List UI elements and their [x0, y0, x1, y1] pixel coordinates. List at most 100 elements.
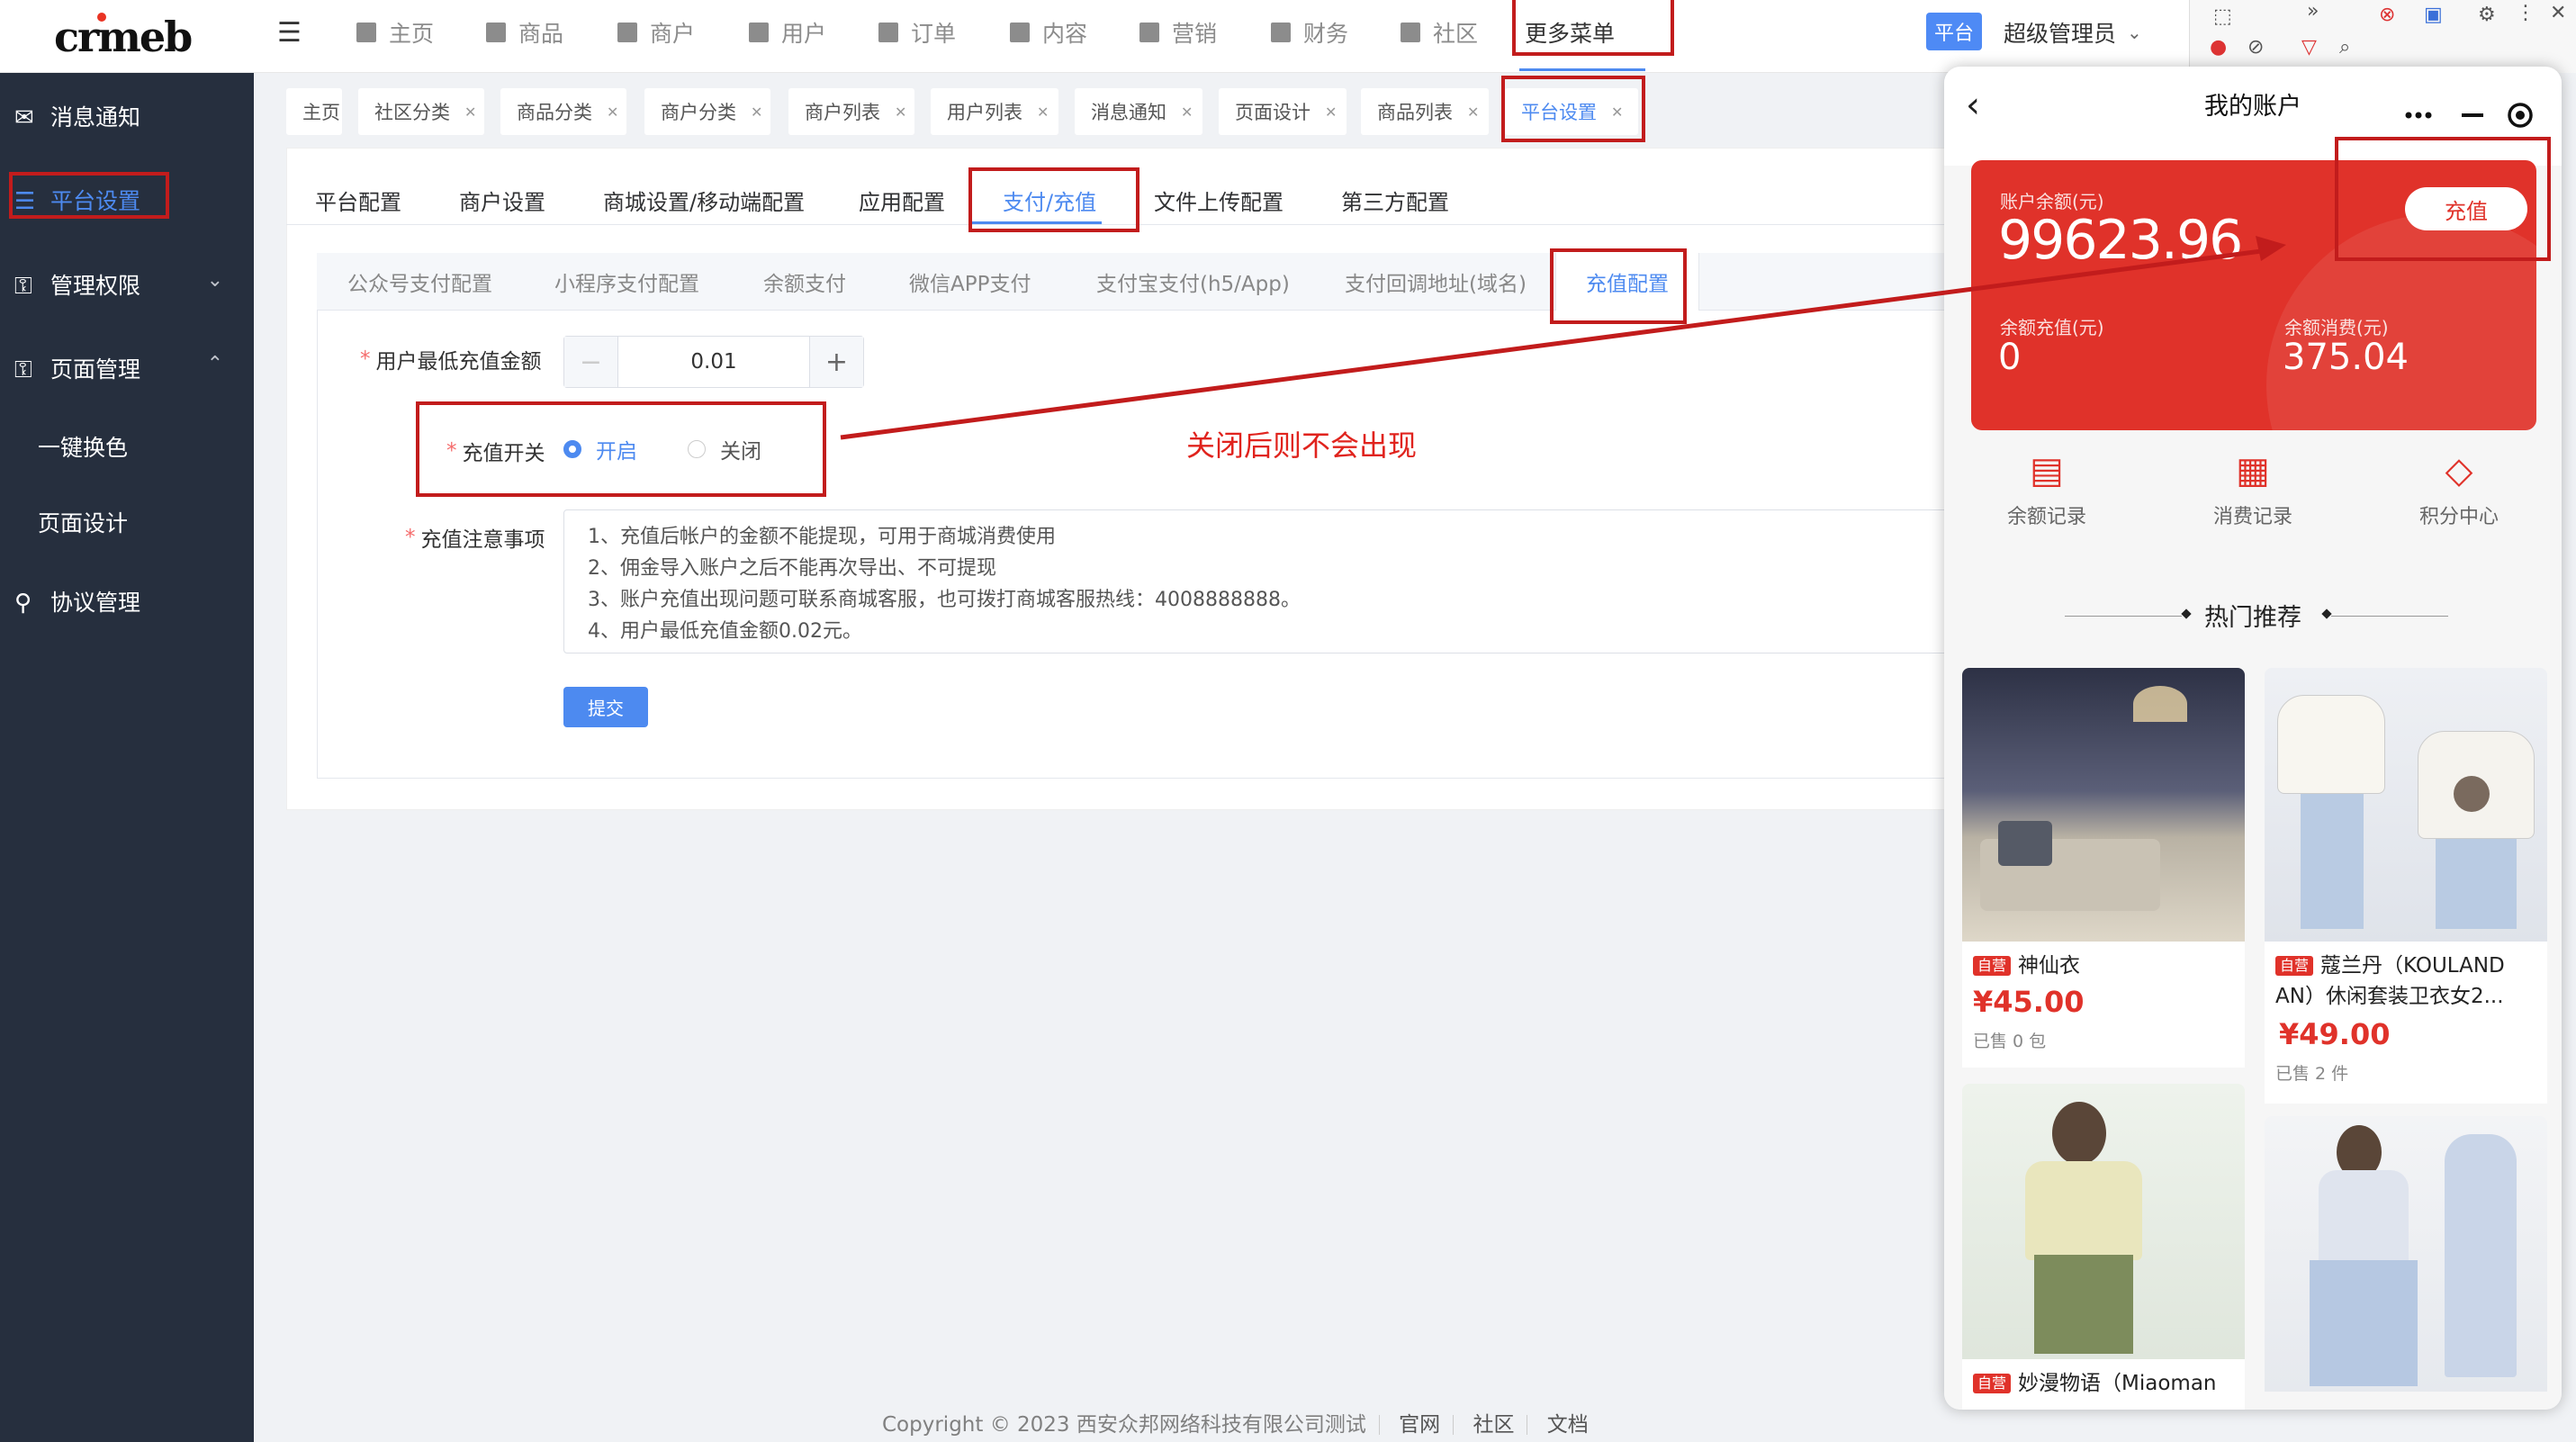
- plus-icon[interactable]: +: [809, 337, 863, 387]
- radio-on[interactable]: 开启: [563, 436, 637, 464]
- min-recharge-value[interactable]: 0.01: [618, 337, 809, 387]
- sidebar-item-notifications[interactable]: ✉ 消息通知: [0, 85, 254, 148]
- recharged-value: 0: [1998, 337, 2022, 378]
- divider: [2331, 616, 2448, 617]
- product-image-bedroom[interactable]: [1962, 668, 2245, 942]
- tab-app-config[interactable]: 应用配置: [859, 176, 945, 224]
- nav-more-menu[interactable]: 更多菜单: [1525, 13, 1615, 52]
- tab-merchant-category[interactable]: 商户分类 ✕: [644, 88, 770, 135]
- radio-off[interactable]: 关闭: [688, 436, 761, 464]
- close-icon[interactable]: ✕: [607, 104, 618, 121]
- close-icon[interactable]: ✕: [1037, 104, 1049, 121]
- sidebar-item-theme-color[interactable]: 一键换色: [0, 415, 254, 478]
- annotation-text: 关闭后则不会出现: [1186, 428, 1418, 463]
- submit-button[interactable]: 提交: [563, 687, 648, 727]
- radio-checked-icon: [563, 440, 581, 458]
- collapse-menu-icon[interactable]: ☰: [277, 16, 304, 49]
- tab-user-list[interactable]: 用户列表 ✕: [931, 88, 1058, 135]
- sidebar-item-permissions[interactable]: ⚿ 管理权限 ⌄: [0, 253, 254, 316]
- nav-merchants[interactable]: 商户: [617, 13, 695, 52]
- marketing-icon: [1139, 23, 1159, 42]
- recharge-switch-label: * 充值开关: [446, 439, 545, 465]
- subtab-alipay[interactable]: 支付宝支付(h5/App): [1096, 253, 1290, 311]
- nav-orders[interactable]: 订单: [878, 13, 956, 52]
- tab-payment-recharge[interactable]: 支付/充值: [1003, 176, 1096, 224]
- tab-page-design[interactable]: 页面设计 ✕: [1219, 88, 1347, 135]
- nav-products[interactable]: 商品: [486, 13, 563, 52]
- admin-menu[interactable]: 超级管理员 ⌄: [2004, 14, 2142, 50]
- close-icon[interactable]: ✕: [464, 104, 476, 121]
- subtab-wechat-app-pay[interactable]: 微信APP支付: [909, 253, 1031, 311]
- recharge-button[interactable]: 充值: [2405, 187, 2527, 230]
- close-icon[interactable]: ✕: [1467, 104, 1479, 121]
- tab-mall-mobile-config[interactable]: 商城设置/移动端配置: [603, 176, 805, 224]
- shortcut-consumption-records[interactable]: ▦ 消费记录: [2163, 450, 2343, 529]
- kebab-icon[interactable]: ⋮: [2516, 2, 2535, 24]
- product-name[interactable]: 自营 蔻兰丹（KOULAND AN）休闲套装卫衣女2...: [2275, 951, 2538, 1012]
- tab-platform-config[interactable]: 平台配置: [315, 176, 401, 224]
- subtab-callback-domain[interactable]: 支付回调地址(域名): [1345, 253, 1527, 311]
- devtools-panel: ⬚ » ⊗ ▣ ⚙ ⋮ ✕ ● ⊘ ▽ ⌕: [2189, 0, 2576, 73]
- subtab-recharge-config[interactable]: 充值配置: [1555, 253, 1699, 311]
- close-icon[interactable]: ✕: [1325, 104, 1337, 121]
- product-image-floral-dress[interactable]: [2265, 1116, 2547, 1392]
- minus-icon[interactable]: −: [564, 337, 618, 387]
- tab-merchant-settings[interactable]: 商户设置: [459, 176, 545, 224]
- shortcut-balance-records[interactable]: ▤ 余额记录: [1957, 450, 2137, 529]
- sidebar-item-platform-settings[interactable]: ☰ 平台设置: [0, 168, 254, 231]
- min-recharge-stepper[interactable]: − 0.01 +: [563, 336, 864, 388]
- record-icon[interactable]: ●: [2210, 36, 2227, 59]
- product-image-tshirt-skirt[interactable]: [1962, 1084, 2245, 1359]
- recharge-notes-textarea[interactable]: 1、充值后帐户的金额不能提现，可用于商城消费使用 2、佣金导入账户之后不能再次导…: [563, 509, 1996, 653]
- subtab-mini-program-pay[interactable]: 小程序支付配置: [554, 253, 699, 311]
- nav-content[interactable]: 内容: [1010, 13, 1087, 52]
- more-panels-icon[interactable]: »: [2307, 0, 2319, 23]
- close-icon[interactable]: ✕: [895, 104, 906, 121]
- message-icon[interactable]: ▣: [2424, 4, 2443, 26]
- footer-link-community[interactable]: 社区: [1473, 1413, 1514, 1437]
- error-icon[interactable]: ⊗: [2379, 4, 2395, 26]
- logo[interactable]: crmeb: [54, 13, 193, 61]
- search-icon[interactable]: ⌕: [2339, 36, 2350, 59]
- sidebar-item-page-design[interactable]: 页面设计: [0, 491, 254, 554]
- subtab-official-account-pay[interactable]: 公众号支付配置: [347, 253, 492, 311]
- sidebar-item-agreements[interactable]: ⚲ 协议管理: [0, 570, 254, 633]
- tab-file-upload-config[interactable]: 文件上传配置: [1154, 176, 1283, 224]
- close-icon[interactable]: ✕: [1181, 104, 1193, 121]
- footer: Copyright © 2023 西安众邦网络科技有限公司测试 官网 社区 文档: [882, 1413, 1589, 1437]
- close-icon[interactable]: ✕: [2550, 2, 2566, 24]
- tab-platform-settings[interactable]: 平台设置 ✕: [1505, 88, 1638, 135]
- mobile-header: ‹ 我的账户: [1944, 67, 2562, 166]
- footer-link-docs[interactable]: 文档: [1547, 1413, 1589, 1437]
- chevron-down-icon: ⌄: [206, 269, 223, 292]
- shortcut-points-center[interactable]: ◇ 积分中心: [2369, 450, 2549, 529]
- nav-marketing[interactable]: 营销: [1139, 13, 1217, 52]
- inspect-icon[interactable]: ⬚: [2213, 5, 2232, 28]
- tab-product-list[interactable]: 商品列表 ✕: [1361, 88, 1489, 135]
- clear-icon[interactable]: ⊘: [2247, 36, 2264, 59]
- nav-finance[interactable]: 财务: [1271, 13, 1348, 52]
- tab-community-category[interactable]: 社区分类 ✕: [358, 88, 484, 135]
- product-image-hoodie-set[interactable]: [2265, 668, 2547, 942]
- filter-icon[interactable]: ▽: [2301, 36, 2317, 59]
- settings-icon[interactable]: ⚙: [2478, 4, 2496, 26]
- tab-third-party-config[interactable]: 第三方配置: [1341, 176, 1449, 224]
- sidebar-item-page-management[interactable]: ⚿ 页面管理 ⌃: [0, 337, 254, 400]
- subtab-balance-pay[interactable]: 余额支付: [763, 253, 846, 311]
- close-icon[interactable]: ✕: [751, 104, 762, 121]
- footer-link-official[interactable]: 官网: [1399, 1413, 1440, 1437]
- nav-home[interactable]: 主页: [356, 13, 434, 52]
- recharged-label: 余额充值(元): [2000, 317, 2104, 338]
- product-name[interactable]: 自营 妙漫物语（Miaoman: [1973, 1368, 2243, 1399]
- tab-merchant-list[interactable]: 商户列表 ✕: [788, 88, 914, 135]
- nav-users[interactable]: 用户: [749, 13, 826, 52]
- close-icon[interactable]: ✕: [1611, 104, 1623, 121]
- nav-community[interactable]: 社区: [1401, 13, 1478, 52]
- tab-notifications[interactable]: 消息通知 ✕: [1075, 88, 1202, 135]
- tab-product-category[interactable]: 商品分类 ✕: [500, 88, 626, 135]
- radio-unchecked-icon: [688, 440, 706, 458]
- nav-active-indicator: [1519, 68, 1645, 71]
- product-name[interactable]: 自营 神仙衣: [1973, 951, 2234, 981]
- community-icon: [1401, 23, 1420, 42]
- tab-home[interactable]: 主页: [286, 88, 342, 135]
